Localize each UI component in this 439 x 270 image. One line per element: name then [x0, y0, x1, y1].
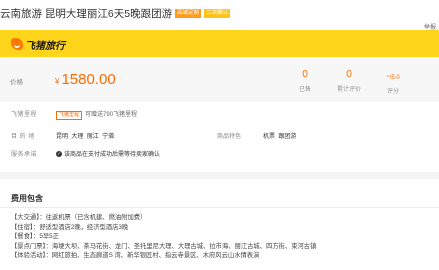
fee-title: 费用包含 — [11, 194, 43, 203]
logo-text: 飞猪旅行 — [25, 40, 65, 52]
fee-title-underline — [0, 207, 439, 208]
title-row: 云南旅游 昆明大理丽江6天5晚跟团游 高端定制 二次确认 — [0, 6, 231, 20]
brand-bar: 飞猪旅行 — [0, 30, 439, 57]
rating-label: 评分 — [386, 89, 399, 95]
page-title: 云南旅游 昆明大理丽江6天5晚跟团游 — [0, 7, 173, 20]
feature-item: 跟团游 — [278, 134, 297, 140]
fee-item: 【住宿】：舒适型酒店2晚，经济型酒店3晚 — [11, 223, 129, 231]
fee-list: 【大交通】：往返机票（已含机建、燃油附加费） 【住宿】：舒适型酒店2晚，经济型酒… — [11, 213, 316, 261]
destination-label: 目 的 地 — [11, 134, 35, 140]
fee-item: 【餐食】：5早5正 — [11, 233, 59, 240]
review-label: 累计评价 — [336, 87, 361, 93]
sold-label: 已售 — [298, 87, 311, 93]
mileage-label: 飞猪里程 — [11, 112, 38, 118]
tag-custom: 高端定制 — [175, 8, 202, 18]
destination-item[interactable]: 丽江 — [87, 134, 99, 140]
stat-sold: 0 已售 — [285, 69, 325, 93]
fliggy-logo-icon — [11, 38, 23, 50]
currency-symbol: ¥ — [55, 77, 60, 86]
section-divider — [0, 172, 439, 179]
price: ¥1580.00 — [55, 71, 116, 88]
rating-value: -/5.0 — [373, 71, 413, 82]
check-icon: ✓ — [56, 151, 62, 158]
rating-scale: /5.0 — [389, 75, 400, 81]
feature-item: 机票 — [263, 134, 276, 140]
service-label: 服务承诺 — [11, 152, 38, 158]
destination-item[interactable]: 昆明 — [56, 134, 68, 140]
destination-item[interactable]: 大理 — [71, 134, 83, 140]
mileage-value: 飞猪里程 可赠送790飞猪里程 — [56, 109, 137, 120]
stat-rating: -/5.0 评分 — [373, 69, 413, 95]
destination-item[interactable]: 宁蒗 — [102, 134, 114, 140]
service-value: ✓ 该商品在支付成功后需等待卖家确认 — [56, 149, 160, 158]
features-label: 商品特色 — [217, 134, 242, 140]
price-value: 1580.00 — [61, 71, 116, 88]
tag-confirm: 二次确认 — [204, 8, 231, 18]
destination-list: 昆明 大理 丽江 宁蒗 — [56, 131, 114, 140]
fee-item: 【体验活动】：网红旅拍、生态廊道S 湾、新华银匠村、指云寺景区、木府风云山水情表… — [11, 252, 260, 259]
mileage-text: 可赠送790飞猪里程 — [85, 112, 138, 118]
review-count: 0 — [346, 69, 352, 80]
features-list: 机票 跟团游 — [263, 131, 296, 140]
price-panel: 价格 ¥1580.00 0 已售 0 累计评价 -/5.0 评分 — [0, 57, 439, 102]
mileage-badge: 飞猪里程 — [56, 111, 83, 120]
fee-item: 【景点门票】：海埂大坝、茶马花街、龙门、圣托里尼大理、大理古城、拉市海、丽江古城… — [11, 242, 317, 250]
fee-item: 【大交通】：往返机票（已含机建、燃油附加费） — [11, 214, 147, 221]
stat-reviews[interactable]: 0 累计评价 — [329, 69, 369, 93]
fliggy-logo[interactable]: 飞猪旅行 — [11, 37, 65, 52]
sold-count: 0 — [302, 69, 308, 80]
price-label: 价格 — [10, 79, 23, 86]
service-text: 该商品在支付成功后需等待卖家确认 — [64, 152, 161, 158]
